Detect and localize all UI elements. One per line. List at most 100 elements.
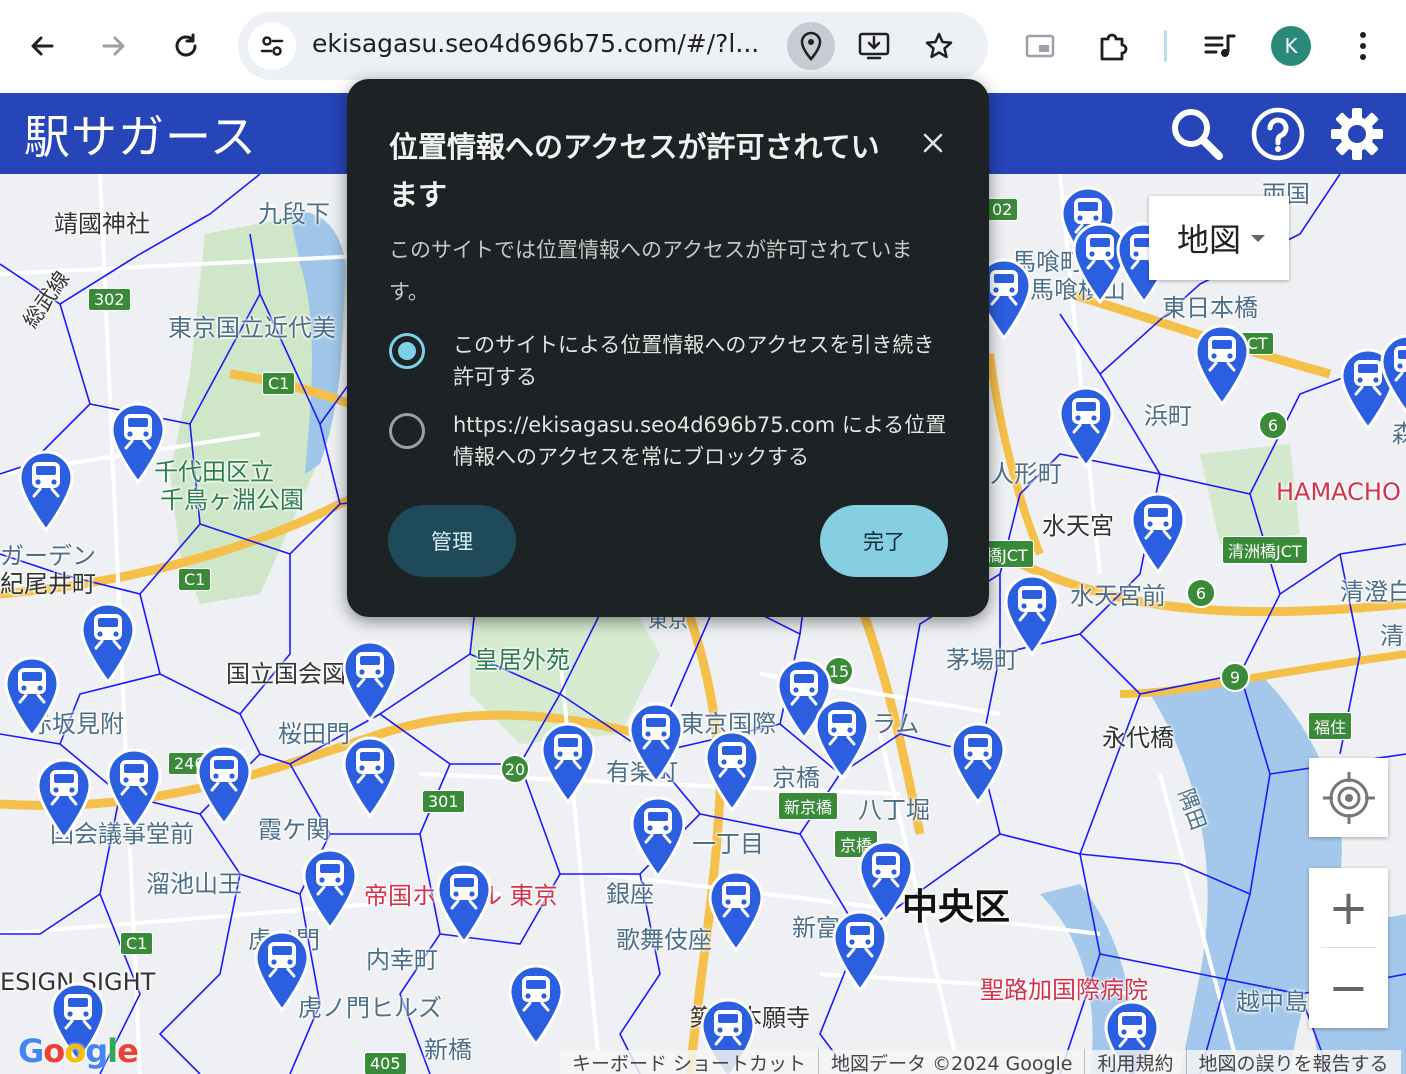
station-pin-icon[interactable] bbox=[508, 964, 564, 1047]
map-label: 清澄白 bbox=[1340, 578, 1406, 606]
station-pin-icon[interactable] bbox=[1004, 574, 1060, 657]
map-label: 清 bbox=[1380, 622, 1404, 650]
terms-link[interactable]: 利用規約 bbox=[1085, 1048, 1187, 1074]
star-icon[interactable] bbox=[919, 26, 959, 66]
map-label: 溜池山王 bbox=[146, 870, 242, 898]
station-pin-icon[interactable] bbox=[36, 758, 92, 841]
map-label: 千鳥ヶ淵公園 bbox=[160, 486, 304, 514]
station-pin-icon[interactable] bbox=[302, 848, 358, 931]
location-pin-icon[interactable] bbox=[787, 22, 835, 70]
route-badge: 6 bbox=[1186, 578, 1216, 608]
profile-avatar[interactable]: K bbox=[1271, 26, 1311, 66]
route-badge: 6 bbox=[1258, 410, 1288, 440]
search-icon[interactable] bbox=[1168, 105, 1226, 163]
map-attribution: キーボード ショートカット 地図データ ©2024 Google 利用規約 地図… bbox=[560, 1048, 1401, 1074]
station-pin-icon[interactable] bbox=[628, 702, 684, 785]
tune-icon[interactable] bbox=[248, 22, 296, 70]
station-pin-icon[interactable] bbox=[950, 722, 1006, 805]
station-pin-icon[interactable] bbox=[1380, 334, 1406, 416]
map-label: 九段下 bbox=[258, 200, 330, 228]
manage-button[interactable]: 管理 bbox=[388, 505, 516, 577]
map-type-selector[interactable]: 地図 bbox=[1149, 196, 1289, 280]
station-pin-icon[interactable] bbox=[4, 656, 60, 739]
station-pin-icon[interactable] bbox=[704, 730, 760, 813]
station-pin-icon[interactable] bbox=[342, 736, 398, 819]
google-logo: Google bbox=[18, 1032, 139, 1070]
station-pin-icon[interactable] bbox=[832, 910, 888, 993]
station-pin-icon[interactable] bbox=[196, 744, 252, 827]
road-shield: C1 bbox=[120, 932, 154, 955]
road-shield: C1 bbox=[178, 568, 212, 591]
picture-in-picture-icon[interactable] bbox=[1018, 24, 1062, 68]
map-label: 水天宮前 bbox=[1070, 582, 1166, 610]
station-pin-icon[interactable] bbox=[630, 796, 686, 879]
zoom-out-button[interactable]: − bbox=[1309, 948, 1388, 1027]
map-label: 一丁目 bbox=[692, 830, 764, 858]
station-pin-icon[interactable] bbox=[1058, 386, 1114, 469]
media-control-icon[interactable] bbox=[1198, 24, 1242, 68]
station-pin-icon[interactable] bbox=[1194, 324, 1250, 407]
road-shield: 新京橋 bbox=[778, 792, 839, 820]
map-label: 帝国ホ bbox=[364, 882, 436, 910]
station-pin-icon[interactable] bbox=[1130, 492, 1186, 575]
route-badge: 20 bbox=[500, 754, 530, 784]
back-icon[interactable] bbox=[20, 22, 64, 70]
help-icon[interactable] bbox=[1249, 105, 1307, 163]
report-error-link[interactable]: 地図の誤りを報告する bbox=[1187, 1049, 1401, 1074]
zoom-in-button[interactable]: + bbox=[1309, 868, 1388, 947]
station-pin-icon[interactable] bbox=[814, 698, 870, 781]
road-shield: 302 bbox=[88, 288, 131, 311]
reload-icon[interactable] bbox=[164, 22, 208, 70]
option-allow-label: このサイトによる位置情報へのアクセスを引き続き許可する bbox=[453, 333, 935, 389]
route-badge: 9 bbox=[1220, 662, 1250, 692]
road-shield: 301 bbox=[422, 790, 465, 813]
station-pin-icon[interactable] bbox=[254, 930, 310, 1013]
popup-description: このサイトでは位置情報へのアクセスが許可されています。 bbox=[389, 238, 913, 304]
zoom-control: + − bbox=[1309, 868, 1388, 1028]
address-bar[interactable]: ekisagasu.seo4d696b75.com/#/?l... bbox=[238, 12, 988, 80]
extensions-icon[interactable] bbox=[1091, 24, 1135, 68]
popup-title: 位置情報へのアクセスが許可されています bbox=[389, 130, 880, 212]
map-label: 永代橋 bbox=[1102, 724, 1174, 752]
toolbar-divider bbox=[1164, 30, 1167, 62]
settings-icon[interactable] bbox=[1328, 105, 1386, 163]
map-type-label: 地図 bbox=[1177, 221, 1242, 259]
station-pin-icon[interactable] bbox=[540, 722, 596, 805]
keyboard-shortcuts-link[interactable]: キーボード ショートカット bbox=[560, 1048, 820, 1074]
app-title: 駅サガース bbox=[24, 110, 257, 164]
more-icon[interactable] bbox=[1341, 24, 1385, 68]
map-label: 八丁堀 bbox=[858, 796, 930, 824]
map-label: 中央区 bbox=[902, 887, 1011, 928]
forward-icon[interactable] bbox=[92, 22, 136, 70]
station-pin-icon[interactable] bbox=[110, 402, 166, 485]
map-label: 東京国立近代美 bbox=[168, 314, 336, 342]
map-label: 内幸町 bbox=[366, 946, 438, 974]
road-shield: 02 bbox=[986, 198, 1019, 221]
radio-allow[interactable] bbox=[389, 333, 425, 369]
map-label: ラム bbox=[872, 710, 920, 738]
station-pin-icon[interactable] bbox=[106, 748, 162, 831]
map-label: 霞ケ関 bbox=[258, 816, 330, 844]
map-label: HAMACHO bbox=[1276, 478, 1401, 506]
close-icon[interactable] bbox=[913, 123, 953, 163]
option-allow-row[interactable]: このサイトによる位置情報へのアクセスを引き続き許可する bbox=[389, 329, 949, 393]
station-pin-icon[interactable] bbox=[342, 640, 398, 723]
url-text: ekisagasu.seo4d696b75.com/#/?l... bbox=[312, 29, 760, 58]
install-app-icon[interactable] bbox=[854, 26, 894, 66]
map-label: 紀尾井町 bbox=[0, 570, 96, 598]
station-pin-icon[interactable] bbox=[18, 450, 74, 533]
station-pin-icon[interactable] bbox=[708, 870, 764, 953]
road-shield: C1 bbox=[262, 372, 296, 395]
station-pin-icon[interactable] bbox=[436, 862, 492, 945]
map-label: 皇居外苑 bbox=[474, 646, 570, 674]
road-shield: 福住 bbox=[1308, 712, 1353, 740]
map-label: 新橋 bbox=[424, 1036, 472, 1064]
radio-block[interactable] bbox=[389, 413, 425, 449]
location-permission-popup: 位置情報へのアクセスが許可されています このサイトでは位置情報へのアクセスが許可… bbox=[347, 79, 989, 617]
done-button[interactable]: 完了 bbox=[820, 505, 948, 577]
option-block-row[interactable]: https://ekisagasu.seo4d696b75.com による位置情… bbox=[389, 409, 949, 473]
map-label: 虎ノ門ヒルズ bbox=[298, 994, 442, 1022]
station-pin-icon[interactable] bbox=[80, 602, 136, 685]
my-location-button[interactable] bbox=[1309, 758, 1388, 837]
road-shield: 清洲橋JCT bbox=[1222, 536, 1308, 564]
